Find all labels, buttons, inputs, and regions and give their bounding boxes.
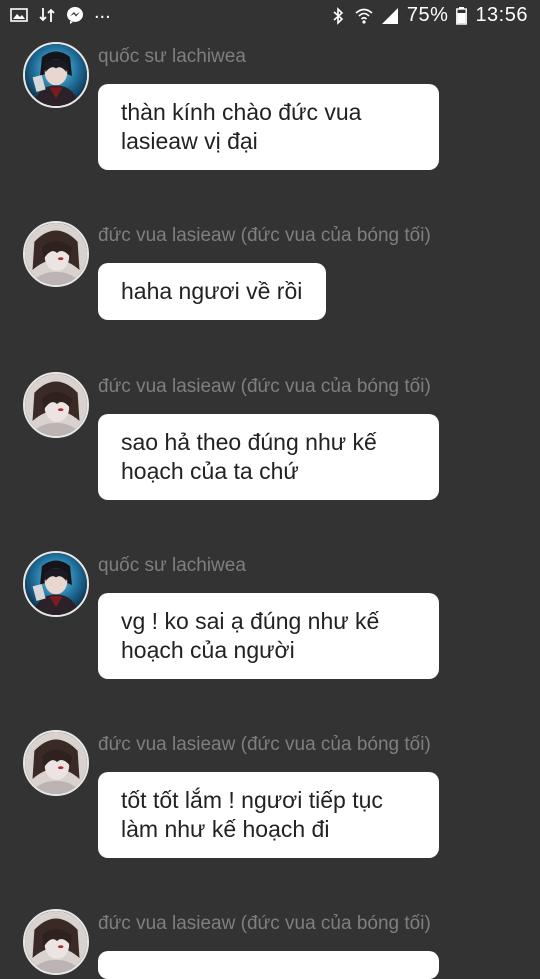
battery-icon — [456, 6, 468, 25]
sender-name[interactable]: quốc sư lachiwea — [98, 46, 246, 68]
sender-name[interactable]: đức vua lasieaw (đức vua của bóng tối) — [98, 913, 431, 935]
avatar[interactable] — [23, 42, 89, 108]
image-icon — [10, 6, 28, 24]
avatar[interactable] — [23, 909, 89, 975]
battery-percent: 75% — [406, 4, 449, 26]
sender-name[interactable]: quốc sư lachiwea — [98, 555, 246, 577]
notification-overflow: ... — [94, 1, 111, 23]
avatar[interactable] — [23, 730, 89, 796]
message-bubble[interactable] — [98, 951, 439, 979]
messenger-icon — [66, 6, 84, 24]
message-bubble[interactable]: tốt tốt lắm ! ngươi tiếp tục làm như kế … — [98, 772, 439, 858]
message-bubble[interactable]: vg ! ko sai ạ đúng như kế hoạch của ngườ… — [98, 593, 439, 679]
data-transfer-icon — [38, 6, 56, 24]
sender-name[interactable]: đức vua lasieaw (đức vua của bóng tối) — [98, 376, 431, 398]
bluetooth-icon — [329, 6, 347, 25]
avatar[interactable] — [23, 221, 89, 287]
sender-name[interactable]: đức vua lasieaw (đức vua của bóng tối) — [98, 734, 431, 756]
clock: 13:56 — [475, 4, 528, 26]
avatar[interactable] — [23, 372, 89, 438]
status-bar: ... 75% 13:56 — [0, 0, 540, 36]
chat-thread[interactable]: quốc sư lachiwea thàn kính chào đức vua … — [0, 0, 540, 979]
message-bubble[interactable]: haha ngươi về rồi — [98, 263, 327, 320]
message-bubble[interactable]: thàn kính chào đức vua lasieaw vị đại — [98, 84, 439, 170]
avatar[interactable] — [23, 551, 89, 617]
sender-name[interactable]: đức vua lasieaw (đức vua của bóng tối) — [98, 225, 431, 247]
wifi-icon — [355, 7, 373, 25]
signal-icon — [381, 7, 399, 25]
message-bubble[interactable]: sao hả theo đúng như kế hoạch của ta chứ — [98, 414, 439, 500]
